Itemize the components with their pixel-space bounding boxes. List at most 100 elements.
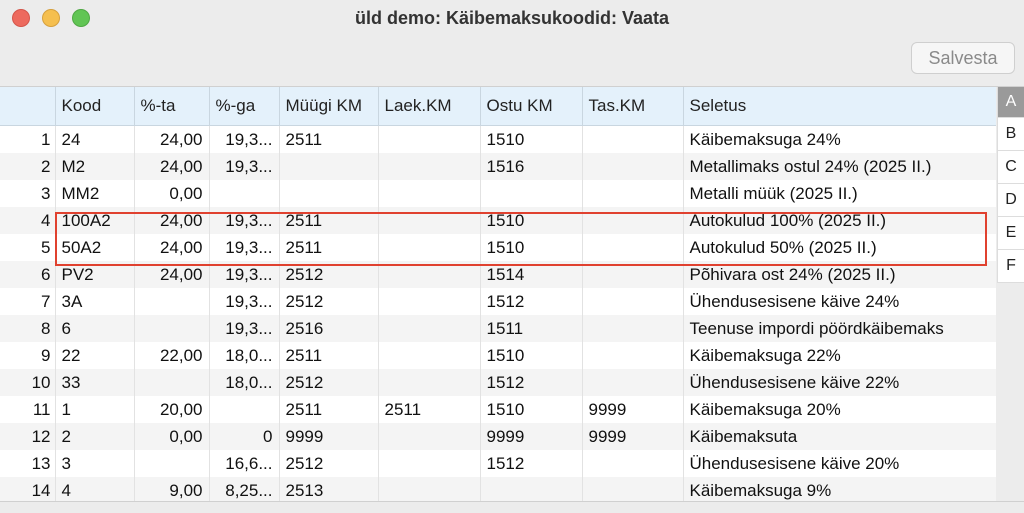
- row-number: 1: [0, 125, 56, 153]
- row-number: 14: [0, 477, 56, 501]
- vat-codes-table: Kood %-ta %-ga Müügi KM Laek.KM Ostu KM Tas.KM…: [0, 87, 996, 501]
- row-number: 4: [0, 207, 56, 234]
- table-cell: 9999: [480, 423, 583, 450]
- table-row[interactable]: 11 1 20,00 2511 2511 1510 9999 Käibemaksuga 20%: [0, 396, 996, 423]
- table-cell: 4: [55, 477, 135, 501]
- table-cell: M2: [55, 153, 135, 180]
- table-row[interactable]: 1 24 24,00 19,3... 2511 1510 Käibemaksuga 24%: [0, 125, 996, 153]
- row-number: 2: [0, 153, 56, 180]
- table-cell: [582, 125, 684, 153]
- table-cell: [480, 477, 583, 501]
- table-cell: Ühendusesisene käive 24%: [683, 288, 996, 315]
- column-header-2[interactable]: %-ta: [134, 87, 210, 126]
- table-cell: 19,3...: [209, 234, 280, 261]
- table-cell: Käibemaksuga 22%: [683, 342, 996, 369]
- table-row[interactable]: 4 100A2 24,00 19,3... 2511 1510 Autokulud 100%…: [0, 207, 996, 234]
- column-header-4[interactable]: Müügi KM: [279, 87, 379, 126]
- table-cell: [582, 180, 684, 207]
- table-cell: 18,0...: [209, 369, 280, 396]
- alpha-index-c[interactable]: C: [997, 151, 1024, 184]
- table-row[interactable]: 14 4 9,00 8,25... 2513 Käibemaksuga 9%: [0, 477, 996, 501]
- table-cell: 2511: [279, 207, 379, 234]
- table-row[interactable]: 8 6 19,3... 2516 1511 Teenuse impordi pöördkä…: [0, 315, 996, 342]
- column-header-3[interactable]: %-ga: [209, 87, 280, 126]
- table-cell: 0,00: [134, 423, 210, 450]
- table-cell: 2: [55, 423, 135, 450]
- table-cell: 2511: [279, 342, 379, 369]
- table-cell: 24,00: [134, 261, 210, 288]
- table-cell: [582, 477, 684, 501]
- table-cell: 0: [209, 423, 280, 450]
- row-number: 13: [0, 450, 56, 477]
- table-cell: 24,00: [134, 125, 210, 153]
- table-cell: 9,00: [134, 477, 210, 501]
- table-cell: Autokulud 50% (2025 II.): [683, 234, 996, 261]
- table-cell: 100A2: [55, 207, 135, 234]
- table-cell: 19,3...: [209, 288, 280, 315]
- table-cell: 24: [55, 125, 135, 153]
- table-cell: 2512: [279, 261, 379, 288]
- table-row[interactable]: 13 3 16,6... 2512 1512 Ühendusesisene käive 2…: [0, 450, 996, 477]
- table-cell: [378, 153, 481, 180]
- table-row[interactable]: 2 M2 24,00 19,3... 1516 Metallimaks ostul 24%…: [0, 153, 996, 180]
- alpha-index-f[interactable]: F: [997, 250, 1024, 283]
- table-row[interactable]: 10 33 18,0... 2512 1512 Ühendusesisene käive …: [0, 369, 996, 396]
- column-header-8[interactable]: Seletus: [683, 87, 996, 126]
- table-row[interactable]: 6 PV2 24,00 19,3... 2512 1514 Põhivara ost 24%…: [0, 261, 996, 288]
- table-cell: 22: [55, 342, 135, 369]
- row-number: 5: [0, 234, 56, 261]
- table-cell: 1512: [480, 369, 583, 396]
- table-cell: Käibemaksuga 9%: [683, 477, 996, 501]
- row-number: 7: [0, 288, 56, 315]
- table-cell: 1512: [480, 450, 583, 477]
- table-cell: [582, 207, 684, 234]
- table-cell: Põhivara ost 24% (2025 II.): [683, 261, 996, 288]
- table-cell: [378, 477, 481, 501]
- alpha-index-d[interactable]: D: [997, 184, 1024, 217]
- alpha-index-e[interactable]: E: [997, 217, 1024, 250]
- table-cell: [134, 450, 210, 477]
- table-cell: [582, 369, 684, 396]
- table-cell: MM2: [55, 180, 135, 207]
- table-cell: [582, 261, 684, 288]
- table-cell: Käibemaksuga 20%: [683, 396, 996, 423]
- table-cell: [378, 315, 481, 342]
- column-header-5[interactable]: Laek.KM: [378, 87, 481, 126]
- table-cell: Teenuse impordi pöördkäibemaks: [683, 315, 996, 342]
- table-row[interactable]: 7 3A 19,3... 2512 1512 Ühendusesisene käive 2…: [0, 288, 996, 315]
- table-cell: 9999: [582, 396, 684, 423]
- table-cell: Metalli müük (2025 II.): [683, 180, 996, 207]
- table-row[interactable]: 9 22 22,00 18,0... 2511 1510 Käibemaksuga 22%: [0, 342, 996, 369]
- column-header-1[interactable]: Kood: [55, 87, 135, 126]
- table-row[interactable]: 12 2 0,00 0 9999 9999 9999 Käibemaksuta: [0, 423, 996, 450]
- table-cell: 50A2: [55, 234, 135, 261]
- alpha-index-b[interactable]: B: [997, 118, 1024, 151]
- table-cell: [582, 234, 684, 261]
- table-row[interactable]: 3 MM2 0,00 Metalli müük (2025 II.): [0, 180, 996, 207]
- alpha-index-a[interactable]: A: [997, 87, 1024, 118]
- column-header-0[interactable]: [0, 87, 56, 126]
- table-cell: [378, 288, 481, 315]
- save-button[interactable]: Salvesta: [911, 42, 1015, 74]
- table-cell: Käibemaksuga 24%: [683, 125, 996, 153]
- table-cell: 19,3...: [209, 207, 280, 234]
- table-cell: Ühendusesisene käive 22%: [683, 369, 996, 396]
- table-cell: 2511: [279, 125, 379, 153]
- table-row[interactable]: 5 50A2 24,00 19,3... 2511 1510 Autokulud 50% (…: [0, 234, 996, 261]
- table-cell: [209, 180, 280, 207]
- table-cell: [378, 369, 481, 396]
- table-cell: 24,00: [134, 207, 210, 234]
- table-cell: [582, 342, 684, 369]
- table-cell: [378, 207, 481, 234]
- table-cell: [279, 180, 379, 207]
- column-header-6[interactable]: Ostu KM: [480, 87, 583, 126]
- table-cell: 2513: [279, 477, 379, 501]
- row-number: 10: [0, 369, 56, 396]
- column-header-7[interactable]: Tas.KM: [582, 87, 684, 126]
- window-title: üld demo: Käibemaksukoodid: Vaata: [354, 8, 670, 28]
- row-number: 3: [0, 180, 56, 207]
- table-cell: [582, 288, 684, 315]
- table-cell: 24,00: [134, 153, 210, 180]
- table-cell: 1516: [480, 153, 583, 180]
- alphabet-index: ABCDEF: [997, 87, 1024, 287]
